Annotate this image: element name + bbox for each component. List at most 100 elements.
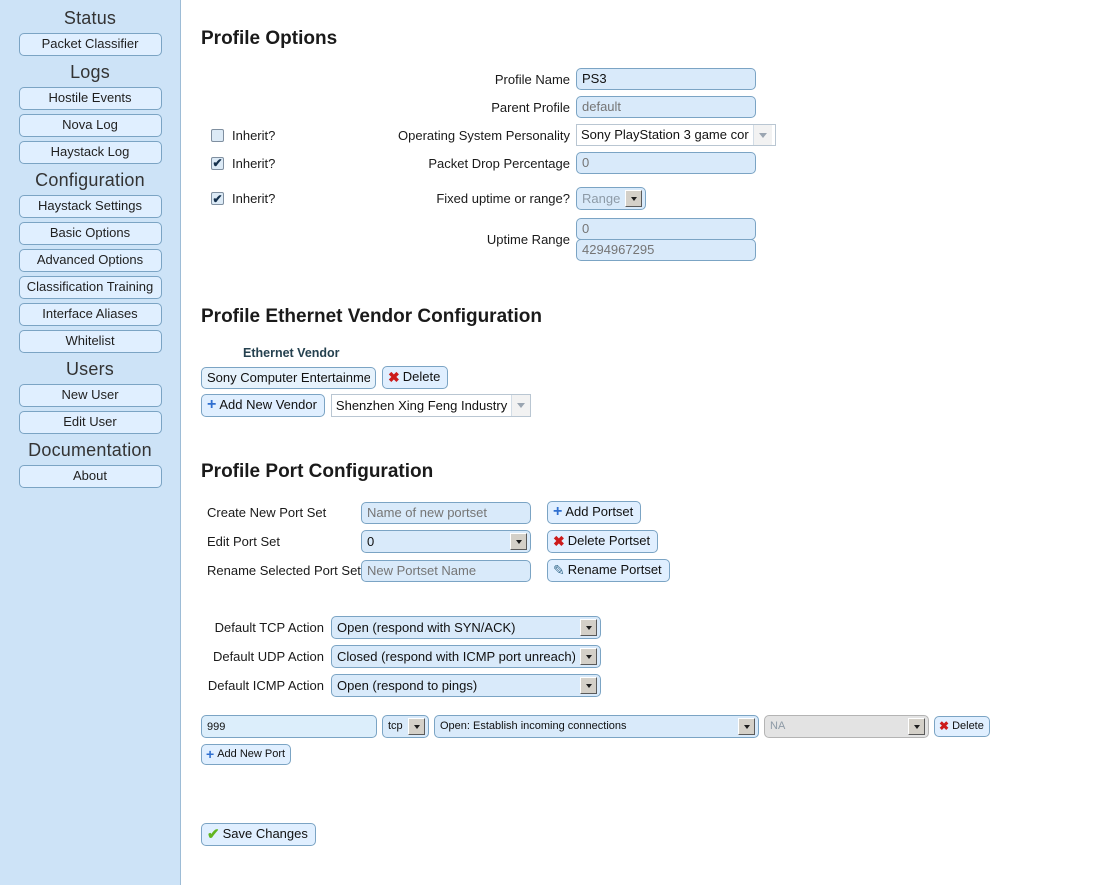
default-tcp-action-label: Default TCP Action bbox=[214, 620, 324, 635]
uptime-range-min-input[interactable] bbox=[576, 218, 756, 240]
edit-portset-row: Edit Port Set 0 ✖ Delete Portset bbox=[201, 530, 1098, 553]
packet-drop-inherit-label: Inherit? bbox=[232, 155, 276, 171]
create-portset-label: Create New Port Set bbox=[207, 505, 327, 520]
sidebar-group-logs: Logs Hostile Events Nova Log Haystack Lo… bbox=[0, 62, 180, 164]
add-vendor-row: + Add New Vendor Shenzhen Xing Feng Indu… bbox=[201, 394, 1098, 417]
packet-drop-inherit-checkbox[interactable]: ✔ bbox=[211, 156, 224, 170]
add-new-vendor-button[interactable]: + Add New Vendor bbox=[201, 394, 325, 417]
rename-portset-input[interactable] bbox=[361, 559, 531, 582]
add-portset-button[interactable]: + Add Portset bbox=[547, 501, 642, 524]
create-portset-row: Create New Port Set + Add Portset bbox=[201, 501, 1098, 524]
delete-vendor-button[interactable]: ✖ Delete bbox=[382, 366, 449, 389]
parent-profile-input[interactable] bbox=[576, 96, 756, 118]
sidebar-group-status: Status Packet Classifier bbox=[0, 8, 180, 56]
chevron-down-icon bbox=[580, 619, 597, 636]
uptime-mode-value: Range bbox=[582, 191, 620, 206]
vendor-section-title: Profile Ethernet Vendor Configuration bbox=[201, 306, 542, 327]
os-personality-value: Sony PlayStation 3 game cor bbox=[581, 127, 749, 142]
default-udp-action-label: Default UDP Action bbox=[212, 649, 324, 664]
chevron-down-icon bbox=[752, 125, 772, 145]
uptime-inherit-checkbox[interactable]: ✔ bbox=[211, 192, 224, 205]
default-tcp-action-value: Open (respond with SYN/ACK) bbox=[337, 620, 516, 635]
rename-portset-button[interactable]: ✎ Rename Portset bbox=[547, 559, 670, 582]
cross-icon: ✖ bbox=[939, 719, 950, 733]
delete-portset-button[interactable]: ✖ Delete Portset bbox=[547, 530, 659, 553]
uptime-range-max-input[interactable] bbox=[576, 239, 756, 261]
parent-profile-label: Parent Profile bbox=[491, 99, 570, 115]
default-icmp-action-value: Open (respond to pings) bbox=[337, 678, 478, 693]
os-personality-select[interactable]: Sony PlayStation 3 game cor bbox=[576, 124, 776, 146]
sidebar-item-basic-options[interactable]: Basic Options bbox=[18, 222, 162, 245]
sidebar-item-about[interactable]: About bbox=[18, 465, 162, 488]
sidebar-item-classification-training[interactable]: Classification Training bbox=[18, 276, 162, 299]
default-tcp-action-row: Default TCP Action Open (respond with SY… bbox=[201, 616, 1098, 639]
port-protocol-select[interactable]: tcp bbox=[382, 715, 429, 738]
edit-portset-value: 0 bbox=[367, 534, 375, 549]
port-script-select[interactable]: NA bbox=[764, 715, 929, 738]
default-udp-action-value: Closed (respond with ICMP port unreach) bbox=[337, 649, 575, 664]
sidebar-item-interface-aliases[interactable]: Interface Aliases bbox=[18, 303, 162, 326]
port-behavior-select[interactable]: Open: Establish incoming connections bbox=[434, 715, 759, 738]
sidebar-heading-logs: Logs bbox=[70, 62, 110, 82]
sidebar-item-advanced-options[interactable]: Advanced Options bbox=[18, 249, 162, 272]
save-row: ✔ Save Changes bbox=[201, 823, 1098, 846]
default-icmp-action-label: Default ICMP Action bbox=[207, 678, 324, 693]
sidebar-item-new-user[interactable]: New User bbox=[18, 384, 162, 407]
rename-portset-row: Rename Selected Port Set ✎ Rename Portse… bbox=[201, 559, 1098, 582]
page-root: Status Packet Classifier Logs Hostile Ev… bbox=[0, 0, 1098, 885]
sidebar-item-whitelist[interactable]: Whitelist bbox=[18, 330, 162, 353]
cross-icon: ✖ bbox=[388, 369, 400, 385]
edit-portset-select[interactable]: 0 bbox=[361, 530, 531, 553]
default-udp-action-row: Default UDP Action Closed (respond with … bbox=[201, 645, 1098, 668]
packet-drop-input[interactable] bbox=[576, 152, 756, 174]
add-new-port-button[interactable]: + Add New Port bbox=[201, 744, 292, 765]
default-icmp-action-select[interactable]: Open (respond to pings) bbox=[331, 674, 601, 697]
sidebar-heading-documentation: Documentation bbox=[28, 440, 152, 460]
profile-name-row: Profile Name bbox=[201, 68, 1098, 90]
sidebar-item-haystack-settings[interactable]: Haystack Settings bbox=[18, 195, 162, 218]
chevron-down-icon bbox=[510, 395, 530, 416]
sidebar-item-nova-log[interactable]: Nova Log bbox=[18, 114, 162, 137]
rename-portset-label: Rename Portset bbox=[567, 562, 662, 577]
uptime-mode-row: ✔ Inherit? Fixed uptime or range? Range bbox=[201, 187, 1098, 210]
rename-portset-label: Rename Selected Port Set bbox=[207, 563, 361, 578]
add-port-row: + Add New Port bbox=[201, 744, 1098, 765]
checkmark-icon: ✔ bbox=[212, 156, 223, 170]
plus-icon: + bbox=[207, 396, 217, 413]
sidebar-group-users: Users New User Edit User bbox=[0, 359, 180, 434]
port-row: tcp Open: Establish incoming connections… bbox=[201, 715, 1098, 738]
chevron-down-icon bbox=[580, 677, 597, 694]
vendor-row: ✖ Delete bbox=[201, 366, 1098, 389]
os-personality-inherit-checkbox[interactable]: ✔ bbox=[211, 128, 224, 142]
save-changes-button[interactable]: ✔ Save Changes bbox=[201, 823, 316, 846]
sidebar-item-haystack-log[interactable]: Haystack Log bbox=[18, 141, 162, 164]
new-vendor-select[interactable]: Shenzhen Xing Feng Industry bbox=[330, 394, 531, 417]
default-tcp-action-select[interactable]: Open (respond with SYN/ACK) bbox=[331, 616, 601, 639]
os-personality-row: ✔ Inherit? Operating System Personality … bbox=[201, 124, 1098, 146]
profile-name-label: Profile Name bbox=[494, 71, 570, 87]
sidebar-item-edit-user[interactable]: Edit User bbox=[18, 411, 162, 434]
vendor-column-header: Ethernet Vendor bbox=[243, 346, 340, 360]
delete-port-button[interactable]: ✖ Delete bbox=[934, 716, 990, 737]
add-new-vendor-label: Add New Vendor bbox=[219, 397, 317, 412]
vendor-name-input[interactable] bbox=[201, 366, 376, 389]
os-personality-inherit-label: Inherit? bbox=[232, 127, 276, 143]
default-actions-group: Default TCP Action Open (respond with SY… bbox=[201, 616, 1098, 697]
uptime-mode-label: Fixed uptime or range? bbox=[436, 191, 570, 206]
chevron-down-icon bbox=[510, 533, 527, 550]
port-protocol-value: tcp bbox=[388, 720, 403, 732]
port-behavior-value: Open: Establish incoming connections bbox=[440, 720, 627, 732]
new-vendor-value: Shenzhen Xing Feng Industry bbox=[335, 398, 508, 413]
add-portset-label: Add Portset bbox=[565, 504, 634, 519]
chevron-down-icon bbox=[625, 190, 642, 207]
create-portset-input[interactable] bbox=[361, 501, 531, 524]
uptime-mode-select[interactable]: Range bbox=[576, 187, 646, 210]
sidebar-item-packet-classifier[interactable]: Packet Classifier bbox=[18, 33, 162, 56]
port-number-input[interactable] bbox=[201, 715, 377, 738]
default-udp-action-select[interactable]: Closed (respond with ICMP port unreach) bbox=[331, 645, 601, 668]
uptime-inherit-label: Inherit? bbox=[232, 191, 276, 206]
sidebar-item-hostile-events[interactable]: Hostile Events bbox=[18, 87, 162, 110]
profile-name-input[interactable] bbox=[576, 68, 756, 90]
chevron-down-icon bbox=[408, 718, 425, 735]
save-changes-label: Save Changes bbox=[222, 826, 308, 841]
